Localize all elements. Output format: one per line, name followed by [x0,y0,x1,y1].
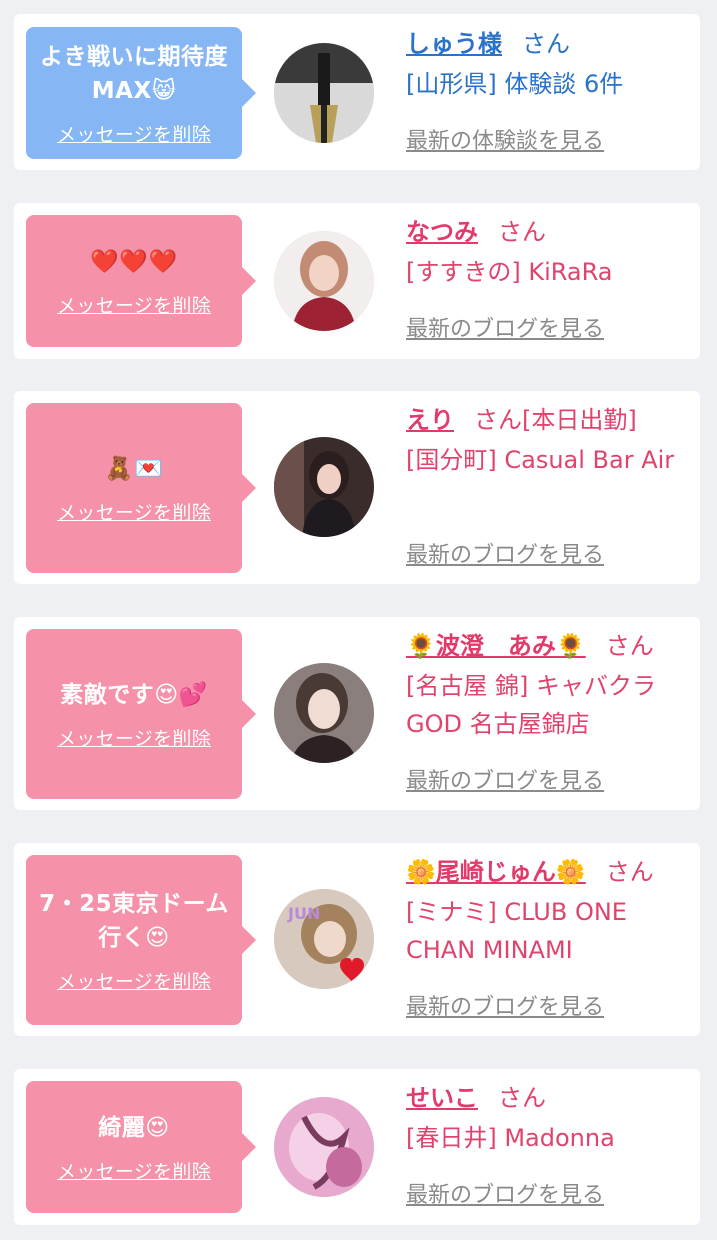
honorific: さん [605,858,654,886]
avatar[interactable] [274,663,374,763]
avatar[interactable] [274,437,374,537]
user-name-link[interactable]: 🌻波澄 あみ🌻 [406,632,586,660]
delete-message-link[interactable]: メッセージを削除 [57,498,211,525]
user-info: えり さん[本日出勤] [国分町] Casual Bar Air 最新のブログを見… [406,403,690,573]
shop-info: [ミナミ] CLUB ONE CHAN MINAMI [406,898,627,964]
message-bubble: 🧸💌 メッセージを削除 [26,403,256,573]
message-text: ❤️❤️❤️ [90,248,178,275]
user-info: なつみ さん [すすきの] KiRaRa 最新のブログを見る [406,215,690,347]
message-bubble: よき戦いに期待度MAX😸 メッセージを削除 [26,27,256,159]
shop-info: [すすきの] KiRaRa [406,258,613,286]
message-card: 7・25東京ドーム行く😍 メッセージを削除 JUN 🌼尾崎じゅん🌼 さん [ミナミ… [14,843,700,1036]
message-bubble: 7・25東京ドーム行く😍 メッセージを削除 [26,855,256,1025]
avatar-photo-icon [274,43,374,143]
message-bubble: 綺麗😍 メッセージを削除 [26,1081,256,1213]
shop-info: [春日井] Madonna [406,1124,615,1152]
avatar[interactable]: JUN [274,889,374,989]
message-text: 7・25東京ドーム行く😍 [39,890,229,951]
user-info: せいこ さん [春日井] Madonna 最新のブログを見る [406,1081,690,1213]
message-text: 素敵です😍💕 [60,681,208,708]
latest-blog-link[interactable]: 最新のブログを見る [406,311,604,343]
honorific: さん [522,30,570,58]
message-card: 綺麗😍 メッセージを削除 せいこ さん [春日井] Madonna 最新のブログを… [14,1069,700,1225]
latest-blog-link[interactable]: 最新のブログを見る [406,1177,604,1209]
user-name-link[interactable]: せいこ [406,1084,478,1112]
message-card: 素敵です😍💕 メッセージを削除 🌻波澄 あみ🌻 さん [名古屋 錦] キャバクラG… [14,617,700,810]
message-card: ❤️❤️❤️ メッセージを削除 なつみ さん [すすきの] KiRaRa 最新のブ… [14,203,700,359]
honorific: さん [605,632,654,660]
delete-message-link[interactable]: メッセージを削除 [57,291,211,318]
shop-info: [国分町] Casual Bar Air [406,446,675,474]
message-text: よき戦いに期待度MAX😸 [40,43,228,104]
delete-message-link[interactable]: メッセージを削除 [57,120,211,147]
avatar[interactable] [274,231,374,331]
honorific: さん [498,1084,546,1112]
user-name-link[interactable]: えり [406,406,454,434]
delete-message-link[interactable]: メッセージを削除 [57,724,211,751]
user-name-link[interactable]: 🌼尾崎じゅん🌼 [406,858,586,886]
shop-info: [山形県] 体験談 6件 [406,70,624,98]
honorific: さん[本日出勤] [474,406,637,434]
avatar-photo-icon [274,437,374,537]
latest-blog-link[interactable]: 最新のブログを見る [406,763,604,795]
avatar-photo-icon [274,1097,374,1197]
latest-blog-link[interactable]: 最新のブログを見る [406,537,604,569]
user-info: しゅう様 さん [山形県] 体験談 6件 最新の体験談を見る [406,27,690,159]
message-text: 綺麗😍 [98,1114,170,1141]
message-list: よき戦いに期待度MAX😸 メッセージを削除 しゅう様 さん [山形県] 体験談 6… [0,0,717,1240]
avatar[interactable] [274,43,374,143]
latest-review-link[interactable]: 最新の体験談を見る [406,123,604,155]
avatar-text: JUN [287,904,320,923]
message-bubble: ❤️❤️❤️ メッセージを削除 [26,215,256,347]
message-card: 🧸💌 メッセージを削除 えり さん[本日出勤] [国分町] Casual Bar … [14,391,700,584]
avatar[interactable] [274,1097,374,1197]
user-name-link[interactable]: しゅう様 [406,30,502,58]
avatar-photo-icon: JUN [274,889,374,989]
honorific: さん [498,218,546,246]
user-info: 🌼尾崎じゅん🌼 さん [ミナミ] CLUB ONE CHAN MINAMI 最新の… [406,855,690,1025]
message-card: よき戦いに期待度MAX😸 メッセージを削除 しゅう様 さん [山形県] 体験談 6… [14,14,700,170]
shop-info: [名古屋 錦] キャバクラGOD 名古屋錦店 [406,672,656,738]
delete-message-link[interactable]: メッセージを削除 [57,1157,211,1184]
latest-blog-link[interactable]: 最新のブログを見る [406,989,604,1021]
avatar-photo-icon [274,231,374,331]
user-info: 🌻波澄 あみ🌻 さん [名古屋 錦] キャバクラGOD 名古屋錦店 最新のブログを… [406,629,690,799]
user-name-link[interactable]: なつみ [406,218,478,246]
avatar-photo-icon [274,663,374,763]
delete-message-link[interactable]: メッセージを削除 [57,967,211,994]
message-bubble: 素敵です😍💕 メッセージを削除 [26,629,256,799]
message-text: 🧸💌 [104,455,164,482]
